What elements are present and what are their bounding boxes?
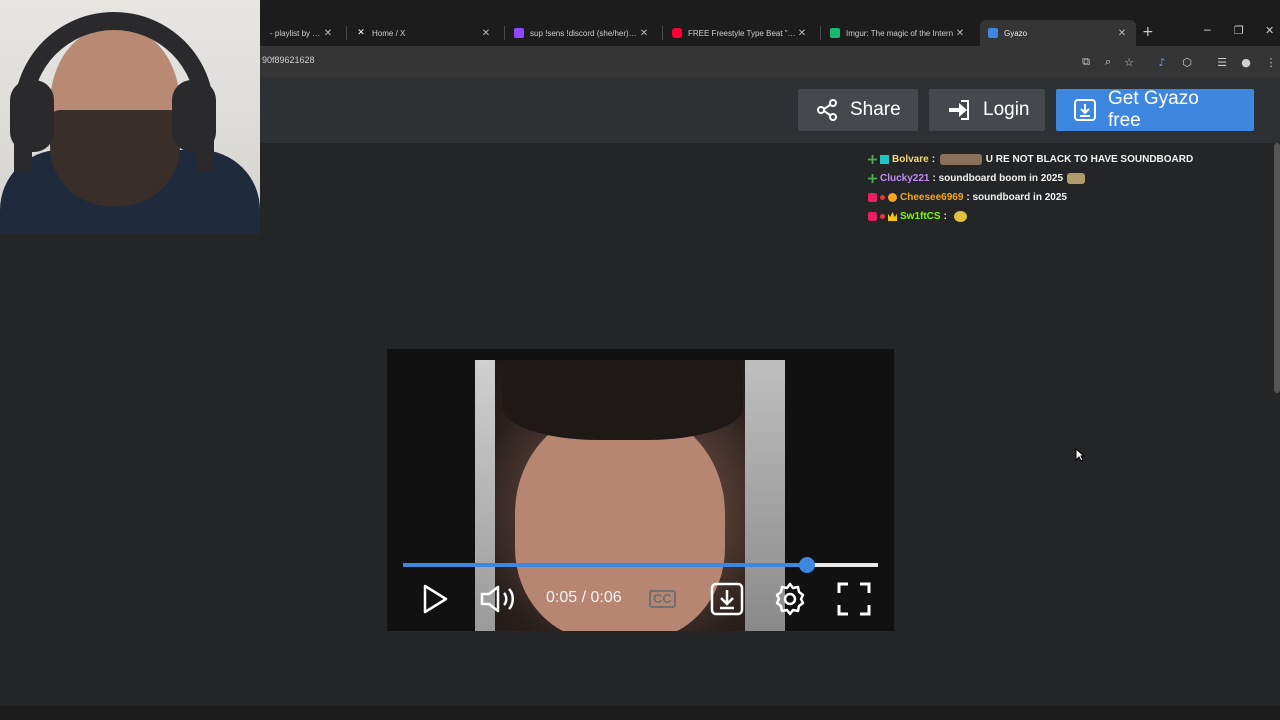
zoom-icon[interactable]: ⌕ bbox=[1100, 54, 1116, 70]
chat-text: soundboard in 2025 bbox=[972, 192, 1067, 203]
video-person-hair bbox=[503, 360, 743, 440]
tab-x-home[interactable]: ✕ Home / X ✕ bbox=[348, 20, 500, 46]
page-scrollbar[interactable] bbox=[1274, 143, 1280, 393]
emote-image bbox=[1067, 173, 1086, 184]
tab-gyazo[interactable]: Gyazo ✕ bbox=[980, 20, 1136, 46]
close-icon[interactable]: ✕ bbox=[954, 28, 966, 39]
volume-button[interactable] bbox=[477, 579, 521, 619]
fullscreen-button[interactable] bbox=[834, 579, 874, 619]
chat-message: Sw1ftCS : bbox=[868, 207, 1228, 226]
seek-bar[interactable] bbox=[403, 557, 878, 573]
close-icon[interactable]: ✕ bbox=[638, 28, 650, 39]
close-icon[interactable]: ✕ bbox=[796, 28, 808, 39]
bookmark-star-icon[interactable]: ☆ bbox=[1121, 54, 1137, 70]
url-text[interactable]: 90f89621628 bbox=[262, 55, 315, 65]
video-player[interactable]: 0:05 / 0:06 CC bbox=[387, 349, 894, 631]
sub-badge-icon bbox=[868, 155, 877, 164]
share-button[interactable]: Share bbox=[798, 89, 918, 131]
extensions-icon[interactable]: ⬡ bbox=[1179, 54, 1195, 70]
crown-badge-icon bbox=[888, 212, 897, 221]
time-display: 0:05 / 0:06 bbox=[546, 589, 622, 606]
login-button[interactable]: Login bbox=[929, 89, 1045, 131]
bottom-edge bbox=[0, 706, 1280, 720]
chat-message: Cheesee6969 : soundboard in 2025 bbox=[868, 188, 1228, 207]
chat-message: Clucky221 : soundboard boom in 2025 bbox=[868, 169, 1228, 188]
chat-text: U RE NOT BLACK TO HAVE SOUNDBOARD bbox=[985, 154, 1194, 165]
chat-username[interactable]: Clucky221 bbox=[880, 173, 929, 184]
gear-icon bbox=[775, 582, 805, 616]
tab-label: Imgur: The magic of the Intern bbox=[846, 28, 954, 38]
get-gyazo-free-button[interactable]: Get Gyazo free bbox=[1056, 88, 1254, 131]
seek-bar-handle[interactable] bbox=[798, 557, 815, 573]
mouse-cursor-icon bbox=[1075, 448, 1085, 462]
closed-captions-button[interactable]: CC bbox=[649, 590, 676, 608]
play-icon bbox=[423, 584, 448, 614]
tab-youtube[interactable]: FREE Freestyle Type Beat "DAM ✕ bbox=[664, 20, 816, 46]
tab-label: Home / X bbox=[372, 28, 406, 38]
minimize-icon[interactable]: ─ bbox=[1204, 24, 1211, 37]
close-icon[interactable]: ✕ bbox=[322, 28, 334, 39]
profile-avatar-icon[interactable]: ● bbox=[1238, 54, 1254, 70]
login-icon bbox=[949, 100, 969, 120]
tab-imgur[interactable]: Imgur: The magic of the Intern ✕ bbox=[822, 20, 974, 46]
chat-username[interactable]: Bolvare bbox=[892, 154, 929, 165]
close-window-icon[interactable]: ✕ bbox=[1265, 24, 1274, 37]
share-label: Share bbox=[850, 99, 901, 120]
more-menu-icon[interactable]: ⋮ bbox=[1263, 54, 1279, 70]
tab-divider bbox=[504, 26, 505, 40]
gyazo-icon bbox=[988, 28, 998, 38]
gift-badge-icon bbox=[868, 212, 877, 221]
twitch-icon bbox=[514, 28, 524, 38]
dot-badge-icon bbox=[880, 195, 885, 200]
seek-bar-progress bbox=[403, 563, 807, 567]
dot-badge-icon bbox=[880, 214, 885, 219]
x-logo-icon: ✕ bbox=[357, 28, 365, 38]
share-icon bbox=[817, 99, 837, 121]
tab-playlist[interactable]: - playlist by Gani ✕ bbox=[262, 20, 342, 46]
chat-message: Bolvare : U RE NOT BLACK TO HAVE SOUNDBO… bbox=[868, 150, 1228, 169]
chat-username[interactable]: Cheesee6969 bbox=[900, 192, 963, 203]
chat-colon: : bbox=[943, 211, 950, 222]
settings-button[interactable] bbox=[770, 579, 810, 619]
chat-colon: : bbox=[931, 154, 938, 165]
webcam-headphone-cup bbox=[10, 80, 54, 152]
tab-divider bbox=[820, 26, 821, 40]
moderator-badge-icon bbox=[880, 155, 889, 164]
webcam-headphone-cup bbox=[172, 80, 216, 152]
tab-divider bbox=[662, 26, 663, 40]
get-gyazo-label: Get Gyazo free bbox=[1108, 88, 1199, 131]
chat-overlay: Bolvare : U RE NOT BLACK TO HAVE SOUNDBO… bbox=[868, 150, 1228, 226]
new-tab-button[interactable]: + bbox=[1142, 24, 1154, 40]
play-button[interactable] bbox=[415, 579, 455, 619]
close-icon[interactable]: ✕ bbox=[1116, 28, 1128, 39]
youtube-icon bbox=[672, 28, 682, 38]
download-button[interactable] bbox=[707, 579, 747, 619]
download-icon bbox=[710, 582, 744, 616]
restore-icon[interactable]: ❐ bbox=[1234, 24, 1244, 37]
sub-badge-icon bbox=[868, 174, 877, 183]
tab-twitch[interactable]: sup !sens !discord (she/her) - Tw ✕ bbox=[506, 20, 658, 46]
tab-label: Gyazo bbox=[1004, 28, 1028, 38]
tab-divider bbox=[346, 26, 347, 40]
bits-badge-icon bbox=[888, 193, 897, 202]
tab-label: FREE Freestyle Type Beat "DAM bbox=[688, 28, 796, 38]
gift-badge-icon bbox=[868, 193, 877, 202]
screen: - playlist by Gani ✕ ✕ Home / X ✕ sup !s… bbox=[0, 0, 1280, 720]
close-icon[interactable]: ✕ bbox=[480, 28, 492, 39]
volume-icon bbox=[480, 585, 514, 613]
chat-text: soundboard boom in 2025 bbox=[938, 173, 1064, 184]
imgur-icon bbox=[830, 28, 840, 38]
emote-image bbox=[953, 211, 967, 222]
chat-username[interactable]: Sw1ftCS bbox=[900, 211, 941, 222]
fullscreen-icon bbox=[837, 582, 871, 616]
tab-label: - playlist by Gani bbox=[270, 28, 322, 38]
media-icon[interactable]: ♪ bbox=[1154, 54, 1170, 70]
download-icon bbox=[1074, 99, 1096, 121]
install-app-icon[interactable]: ⧉ bbox=[1078, 54, 1094, 70]
tab-label: sup !sens !discord (she/her) - Tw bbox=[530, 28, 638, 38]
webcam-overlay bbox=[0, 0, 260, 234]
login-label: Login bbox=[983, 99, 1030, 120]
reading-list-icon[interactable]: ☰ bbox=[1214, 54, 1230, 70]
emote-image bbox=[939, 154, 982, 165]
